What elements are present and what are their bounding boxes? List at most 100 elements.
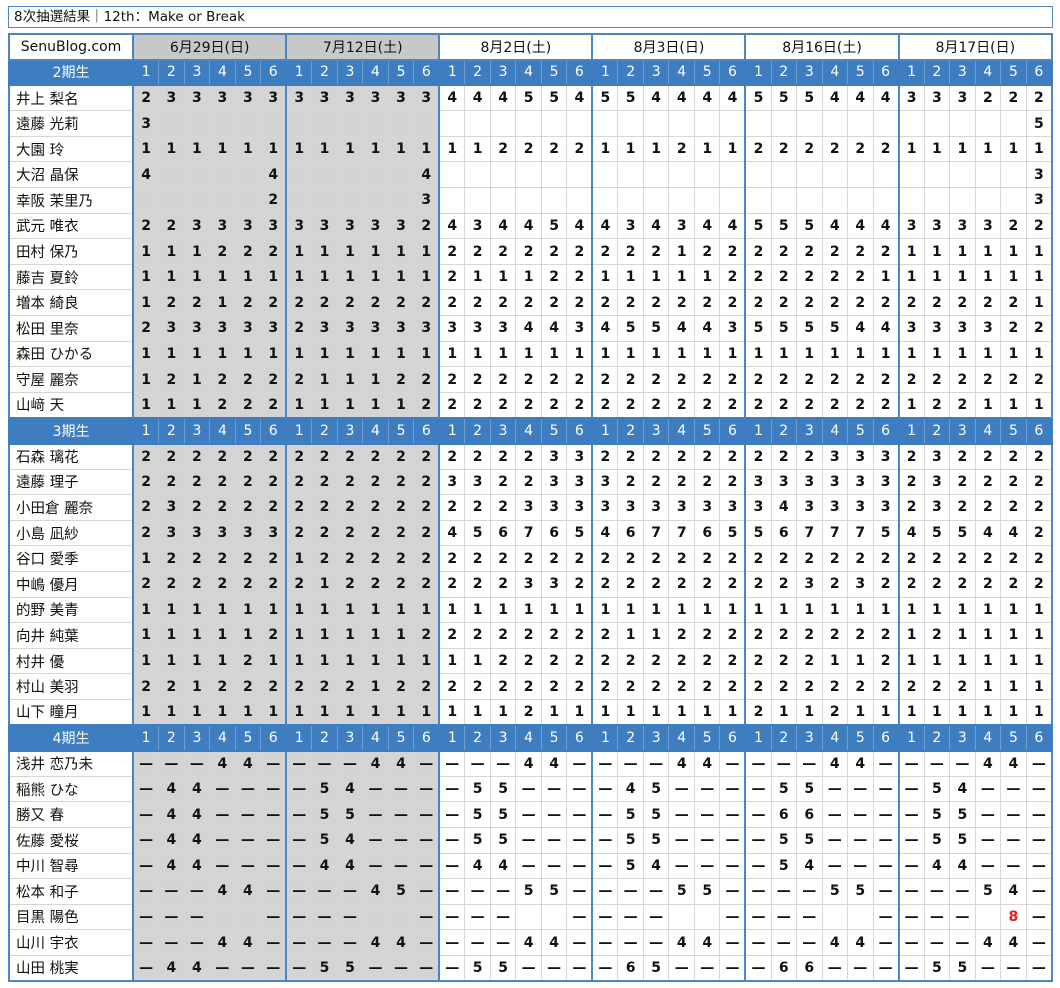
result-cell: 2 — [438, 622, 466, 649]
result-cell: — — [591, 929, 619, 956]
result-cell — [898, 110, 925, 137]
result-cell: — — [413, 801, 441, 828]
result-cell: 5 — [336, 801, 364, 828]
result-cell: 2 — [974, 289, 1002, 317]
result-cell: 5 — [949, 801, 976, 828]
result-cell — [796, 110, 823, 137]
result-cell: 1 — [949, 698, 976, 726]
result-cell: — — [744, 852, 772, 880]
result-cell: — — [847, 954, 874, 982]
result-cell: 2 — [617, 391, 644, 419]
result-cell: — — [489, 878, 517, 905]
result-cell — [311, 187, 338, 214]
result-cell: — — [693, 775, 721, 803]
result-cell: — — [617, 878, 644, 905]
result-cell: 1 — [515, 340, 542, 368]
result-cell: 2 — [489, 135, 517, 163]
part-number: 2 — [923, 724, 951, 752]
result-cell — [260, 110, 288, 137]
result-cell: 1 — [872, 340, 900, 368]
result-cell: 2 — [1025, 545, 1053, 572]
result-cell: 2 — [617, 545, 644, 572]
generation-header-row: 3期生 1 2 3 4 5 6 1 2 3 4 5 6 1 2 3 4 5 6 1 2 3 4 5 6 1 2 3 4 5 6 1 2 3 4 5 6 — [7, 416, 1053, 445]
result-cell — [438, 161, 466, 189]
result-cell: 3 — [183, 519, 211, 547]
result-cell: 1 — [923, 135, 951, 163]
result-cell: — — [566, 801, 594, 828]
result-cell: — — [821, 852, 849, 880]
result-cell: — — [898, 775, 925, 803]
part-number: 2 — [617, 724, 644, 752]
member-row: 守屋 麗奈 1 2 1 2 2 2 2 1 1 1 2 2 2 2 2 2 2 2 2 2 2 2 2 2 2 2 2 2 2 2 2 2 2 2 2… — [7, 366, 1053, 393]
result-cell: 1 — [898, 698, 925, 726]
part-number: 3 — [949, 724, 976, 752]
result-cell: 2 — [438, 289, 466, 317]
result-cell: — — [1025, 852, 1053, 880]
result-cell: — — [438, 852, 466, 880]
result-cell: — — [898, 929, 925, 956]
result-cell: — — [438, 775, 466, 803]
result-cell: 3 — [923, 315, 951, 342]
part-number: 1 — [285, 58, 313, 87]
result-cell: 2 — [132, 468, 160, 496]
result-cell: — — [719, 878, 747, 905]
result-cell: — — [847, 801, 874, 828]
result-cell: — — [413, 826, 441, 854]
result-cell: 3 — [821, 494, 849, 521]
result-cell: 1 — [974, 340, 1002, 368]
result-cell: 2 — [949, 366, 976, 393]
result-cell: 1 — [540, 698, 568, 726]
result-cell: 2 — [668, 135, 695, 163]
result-cell: 4 — [209, 929, 236, 956]
result-cell: 1 — [209, 263, 236, 291]
result-cell: 5 — [744, 519, 772, 547]
result-cell: 2 — [566, 545, 594, 572]
member-name: 的野 美青 — [7, 596, 135, 624]
result-cell: 2 — [234, 238, 262, 265]
result-cell: 2 — [719, 238, 747, 265]
result-cell: 1 — [566, 340, 594, 368]
result-cell: 1 — [642, 263, 670, 291]
result-cell: — — [744, 878, 772, 905]
result-cell: 5 — [1025, 110, 1053, 137]
result-cell: 2 — [387, 673, 415, 700]
result-cell — [209, 903, 236, 931]
result-cell — [515, 161, 542, 189]
result-cell: 2 — [158, 443, 185, 470]
result-cell: 2 — [719, 545, 747, 572]
result-cell — [285, 187, 313, 214]
result-cell: 1 — [489, 263, 517, 291]
result-cell: — — [872, 929, 900, 956]
result-cell: 7 — [515, 519, 542, 547]
result-cell: 1 — [336, 366, 364, 393]
result-cell: — — [387, 775, 415, 803]
result-cell: 2 — [642, 366, 670, 393]
generation-label: 2期生 — [7, 58, 135, 87]
result-cell: 2 — [1025, 212, 1053, 240]
result-cell: 2 — [158, 673, 185, 700]
part-number: 6 — [260, 416, 288, 445]
result-cell: 2 — [260, 673, 288, 700]
result-cell: 1 — [821, 647, 849, 675]
result-cell: 1 — [591, 340, 619, 368]
result-cell — [336, 187, 364, 214]
result-cell: 1 — [234, 263, 262, 291]
part-number: 1 — [591, 58, 619, 87]
result-cell: 4 — [949, 775, 976, 803]
result-cell: 7 — [821, 519, 849, 547]
result-cell: 1 — [668, 698, 695, 726]
result-cell — [464, 110, 491, 137]
result-cell: 1 — [132, 622, 160, 649]
result-cell: 4 — [1000, 878, 1027, 905]
part-number: 1 — [744, 724, 772, 752]
result-cell: — — [1000, 826, 1027, 854]
result-cell — [489, 110, 517, 137]
result-cell — [770, 187, 798, 214]
result-cell: 5 — [923, 826, 951, 854]
result-cell: 2 — [872, 289, 900, 317]
part-number: 2 — [311, 58, 338, 87]
site-label[interactable]: SenuBlog.com — [7, 33, 135, 61]
result-cell: 5 — [770, 315, 798, 342]
part-number: 1 — [591, 416, 619, 445]
part-number: 5 — [1000, 724, 1027, 752]
